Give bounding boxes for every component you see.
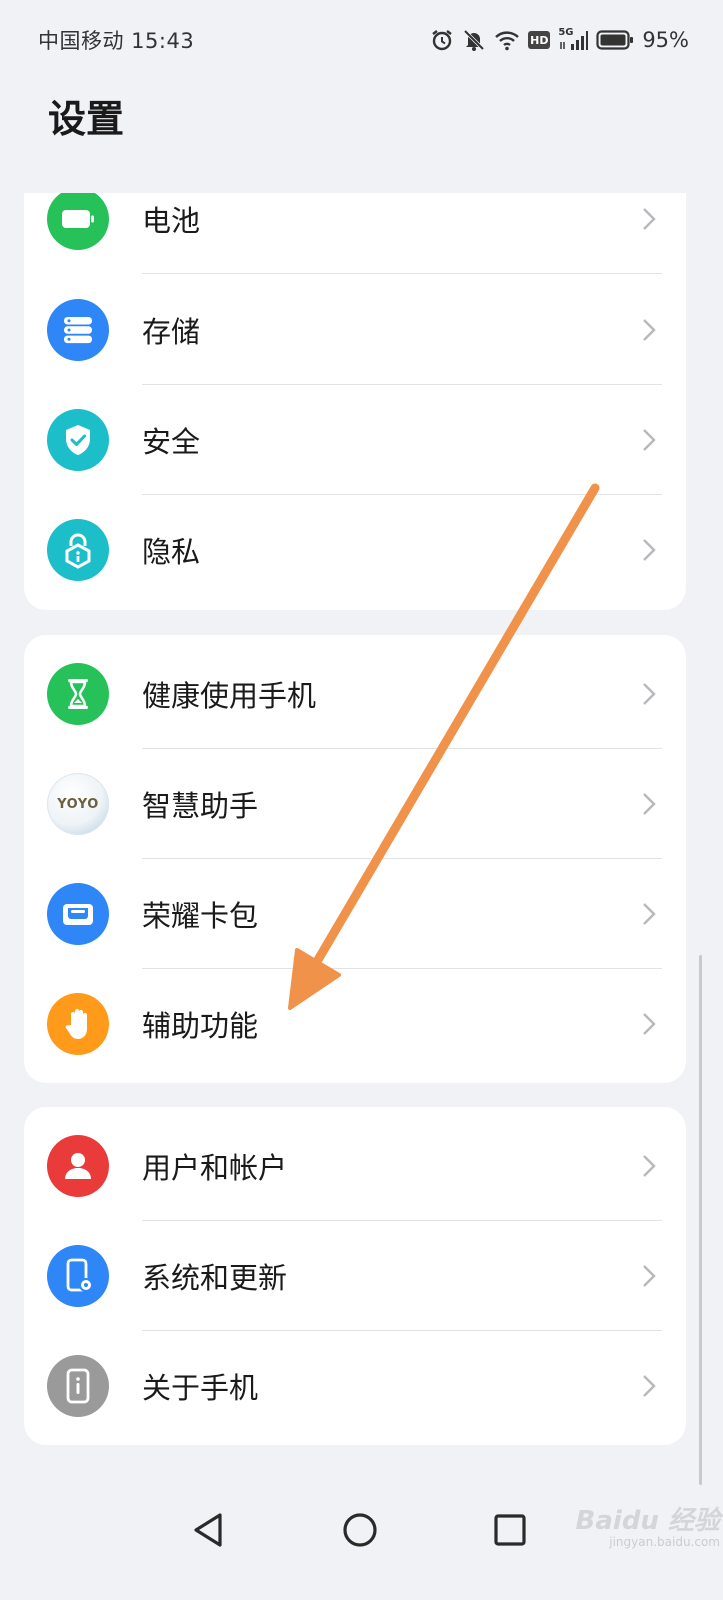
battery-icon (47, 193, 109, 250)
shield-icon (47, 409, 109, 471)
signal-icon: 5G (558, 27, 589, 52)
about-phone-icon (47, 1355, 109, 1417)
settings-item-about-phone[interactable]: 关于手机 (24, 1331, 686, 1441)
settings-item-label: 智慧助手 (142, 789, 259, 823)
hourglass-icon (47, 663, 109, 725)
chevron-right-icon (643, 429, 656, 451)
chevron-right-icon (643, 793, 656, 815)
settings-item-label: 用户和帐户 (142, 1151, 288, 1185)
settings-item-label: 隐私 (142, 535, 201, 569)
chevron-right-icon (643, 539, 656, 561)
system-update-icon (47, 1245, 109, 1307)
chevron-right-icon (643, 1013, 656, 1035)
hand-icon (47, 993, 109, 1055)
settings-item-wallet[interactable]: 荣耀卡包 (24, 859, 686, 969)
settings-group-2: 健康使用手机 YOYO 智慧助手 荣耀卡包 辅助功能 (24, 635, 686, 1083)
settings-item-digital-balance[interactable]: 健康使用手机 (24, 639, 686, 749)
wallet-icon (47, 883, 109, 945)
recents-button[interactable] (488, 1508, 532, 1552)
battery-percent: 95% (642, 28, 689, 52)
hd-label: HD (530, 33, 549, 47)
storage-icon (47, 299, 109, 361)
chevron-right-icon (643, 903, 656, 925)
status-bar: 中国移动 15:43 HD 5G 95% (0, 0, 723, 80)
recents-square-icon (494, 1514, 526, 1546)
watermark-domain: jingyan.baidu.com (609, 1535, 720, 1549)
watermark: Baidu 经验 jingyan.baidu.com (540, 1500, 720, 1558)
settings-item-security[interactable]: 安全 (24, 385, 686, 495)
chevron-right-icon (643, 208, 656, 230)
page-title: 设置 (48, 97, 125, 141)
settings-item-label: 关于手机 (142, 1371, 259, 1405)
settings-item-label: 荣耀卡包 (142, 899, 259, 933)
settings-group-3: 用户和帐户 系统和更新 关于手机 (24, 1107, 686, 1445)
divider (142, 273, 662, 274)
user-icon (47, 1135, 109, 1197)
status-icons: HD 5G 95% (430, 27, 689, 52)
battery-icon-status (596, 29, 634, 51)
yoyo-label: YOYO (57, 796, 99, 812)
settings-item-accessibility[interactable]: 辅助功能 (24, 969, 686, 1079)
wifi-icon (494, 29, 520, 51)
settings-group-1: 电池 存储 安全 隐私 (24, 193, 686, 610)
scrollbar[interactable] (699, 955, 702, 1485)
home-button[interactable] (338, 1508, 382, 1552)
settings-item-label: 健康使用手机 (142, 679, 317, 713)
hd-badge: HD (528, 31, 551, 49)
carrier-time: 中国移动 15:43 (38, 29, 195, 53)
chevron-right-icon (643, 683, 656, 705)
settings-item-label: 辅助功能 (142, 1009, 259, 1043)
settings-item-storage[interactable]: 存储 (24, 275, 686, 385)
chevron-right-icon (643, 1375, 656, 1397)
settings-item-privacy[interactable]: 隐私 (24, 495, 686, 605)
back-button[interactable] (186, 1508, 230, 1552)
settings-item-users[interactable]: 用户和帐户 (24, 1111, 686, 1221)
yoyo-assistant-icon: YOYO (47, 773, 109, 835)
chevron-right-icon (643, 1265, 656, 1287)
watermark-brand: Baidu 经验 (575, 1506, 720, 1536)
settings-item-label: 电池 (142, 204, 201, 238)
privacy-lock-icon (47, 519, 109, 581)
alarm-icon (430, 28, 454, 52)
back-triangle-icon (194, 1513, 222, 1547)
settings-item-battery[interactable]: 电池 (24, 193, 686, 274)
settings-item-label: 安全 (142, 425, 201, 459)
chevron-right-icon (643, 319, 656, 341)
chevron-right-icon (643, 1155, 656, 1177)
settings-item-system[interactable]: 系统和更新 (24, 1221, 686, 1331)
home-circle-icon (343, 1513, 377, 1547)
settings-item-assistant[interactable]: YOYO 智慧助手 (24, 749, 686, 859)
settings-item-label: 系统和更新 (142, 1261, 288, 1295)
mute-bell-icon (462, 28, 486, 52)
settings-item-label: 存储 (142, 315, 201, 349)
